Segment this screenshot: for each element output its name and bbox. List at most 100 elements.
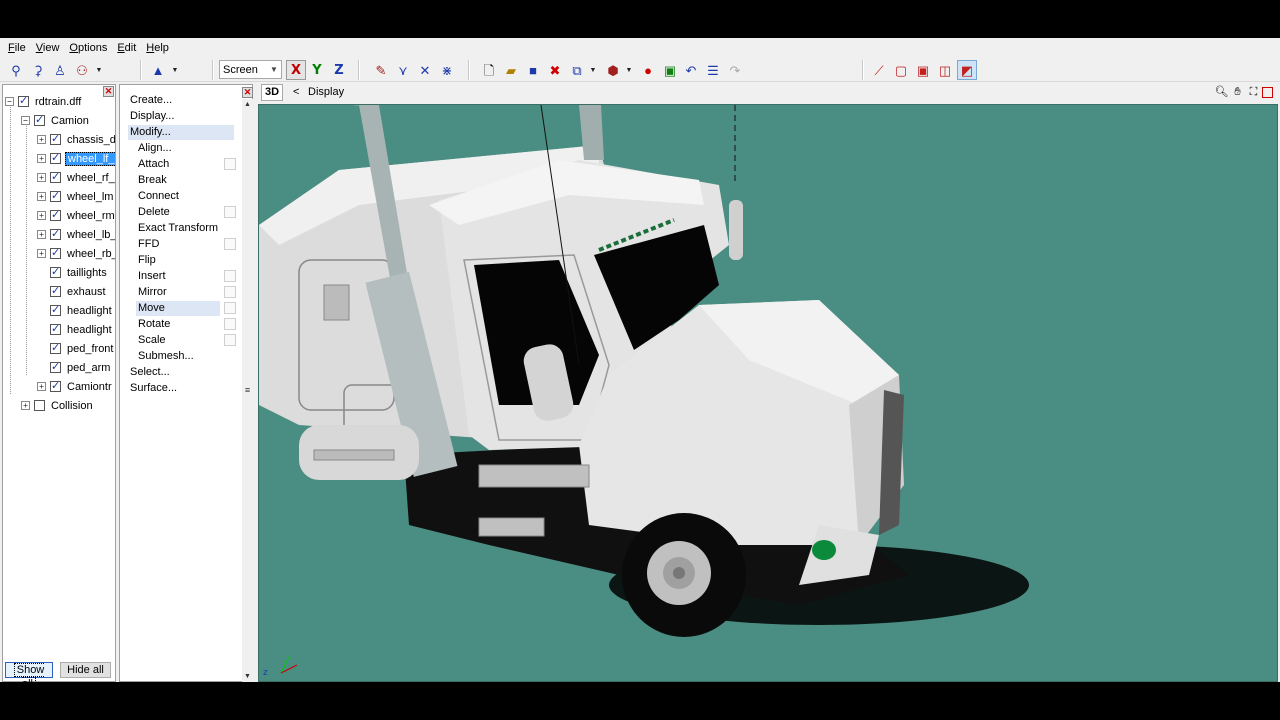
visibility-checkbox[interactable]: [50, 246, 61, 259]
command-options-box[interactable]: [224, 302, 236, 314]
undo-icon[interactable]: ↶: [681, 60, 701, 80]
tree-item[interactable]: + wheel_lm: [37, 187, 115, 206]
collapse-icon[interactable]: −: [5, 97, 14, 106]
tree-item[interactable]: exhaust: [37, 282, 108, 301]
chevron-down-icon[interactable]: ▼: [625, 60, 633, 80]
back-button[interactable]: <: [293, 84, 299, 101]
axis-y-button[interactable]: Y: [307, 60, 327, 80]
command-options-box[interactable]: [224, 270, 236, 282]
command-create[interactable]: Create...: [128, 93, 234, 108]
notes-icon[interactable]: ☰: [703, 60, 723, 80]
command-options-box[interactable]: [224, 238, 236, 250]
tree-item[interactable]: ped_front: [37, 339, 115, 358]
tree-item[interactable]: headlight: [37, 301, 114, 320]
menu-view[interactable]: View: [31, 39, 65, 57]
visibility-checkbox[interactable]: [50, 360, 61, 373]
command-align[interactable]: Align...: [136, 141, 220, 156]
command-scale[interactable]: Scale: [136, 333, 220, 348]
arrow-up-icon[interactable]: ▲: [148, 60, 168, 80]
command-scrollbar[interactable]: ▲ ≡ ▼: [242, 99, 253, 682]
coord-space-select[interactable]: Screen ▼: [219, 60, 282, 79]
visibility-checkbox[interactable]: [50, 132, 61, 145]
menu-file[interactable]: File: [3, 39, 31, 57]
command-modify[interactable]: Modify...: [128, 125, 234, 140]
command-options-box[interactable]: [224, 286, 236, 298]
cube-textured-icon[interactable]: ◩: [957, 60, 977, 80]
command-move[interactable]: Move: [136, 301, 220, 316]
command-delete[interactable]: Delete: [136, 205, 220, 220]
expand-icon[interactable]: +: [37, 249, 46, 258]
expand-icon[interactable]: +: [37, 154, 46, 163]
select-hierarchy-icon[interactable]: ⚲: [6, 60, 26, 80]
pan-hand-icon[interactable]: ✋︎: [1230, 85, 1245, 100]
visibility-checkbox[interactable]: [50, 227, 61, 240]
open-folder-icon[interactable]: ▰: [501, 60, 521, 80]
command-options-box[interactable]: [224, 206, 236, 218]
tree-item[interactable]: ped_arm: [37, 358, 112, 377]
visibility-checkbox[interactable]: [50, 189, 61, 202]
cube-shaded-icon[interactable]: ◫: [935, 60, 955, 80]
tree-item[interactable]: − rdtrain.dff: [5, 92, 83, 111]
command-ffd[interactable]: FFD: [136, 237, 220, 252]
tree-item[interactable]: − Camion: [21, 111, 91, 130]
tree-item[interactable]: + Camiontr: [37, 377, 114, 396]
tree-item[interactable]: + chassis_d: [37, 130, 115, 149]
tree-item[interactable]: + wheel_rb_: [37, 244, 115, 263]
view-mode-button[interactable]: 3D: [261, 84, 283, 101]
close-icon[interactable]: ✕: [242, 87, 253, 98]
command-mirror[interactable]: Mirror: [136, 285, 220, 300]
delete-icon[interactable]: ✖: [545, 60, 565, 80]
visibility-checkbox[interactable]: [34, 400, 45, 411]
cube-solid-icon[interactable]: ▣: [913, 60, 933, 80]
chevron-down-icon[interactable]: ▼: [242, 671, 253, 682]
fit-view-icon[interactable]: ⛶: [1246, 85, 1261, 100]
command-insert[interactable]: Insert: [136, 269, 220, 284]
texture-icon[interactable]: ▣: [660, 60, 680, 80]
visibility-checkbox[interactable]: [50, 170, 61, 183]
expand-icon[interactable]: +: [37, 135, 46, 144]
visibility-checkbox[interactable]: [50, 151, 61, 164]
command-options-box[interactable]: [224, 318, 236, 330]
chevron-up-icon[interactable]: ▲: [242, 99, 253, 110]
expand-icon[interactable]: +: [37, 192, 46, 201]
cube-icon[interactable]: ▢: [891, 60, 911, 80]
new-file-icon[interactable]: 🗋: [479, 60, 499, 80]
command-options-box[interactable]: [224, 334, 236, 346]
paint-icon[interactable]: ✎: [371, 60, 391, 80]
tree-item[interactable]: + wheel_rm: [37, 206, 115, 225]
maximize-icon[interactable]: [1262, 87, 1273, 98]
tree-item[interactable]: headlight: [37, 320, 114, 339]
grip-icon[interactable]: ≡: [243, 386, 252, 396]
axis-x-button[interactable]: X: [286, 60, 306, 80]
close-icon[interactable]: ✕: [103, 86, 114, 97]
person-icon[interactable]: ♙: [50, 60, 70, 80]
visibility-checkbox[interactable]: [50, 265, 61, 278]
command-exact-transform[interactable]: Exact Transform: [136, 221, 220, 236]
expand-icon[interactable]: +: [37, 382, 46, 391]
command-rotate[interactable]: Rotate: [136, 317, 220, 332]
vertex-icon[interactable]: ⋎: [393, 60, 413, 80]
material-icon[interactable]: ⬢: [603, 60, 623, 80]
command-attach[interactable]: Attach: [136, 157, 220, 172]
tree-item[interactable]: + wheel_lf_: [37, 149, 115, 168]
visibility-checkbox[interactable]: [34, 113, 45, 126]
chevron-down-icon[interactable]: ▼: [95, 60, 103, 80]
menu-edit[interactable]: Edit: [112, 39, 141, 57]
redo-icon[interactable]: ↷: [725, 60, 745, 80]
command-flip[interactable]: Flip: [136, 253, 220, 268]
tree-item[interactable]: + wheel_rf_: [37, 168, 115, 187]
group-icon[interactable]: ⚇: [72, 60, 92, 80]
tree-item[interactable]: taillights: [37, 263, 109, 282]
menu-help[interactable]: Help: [141, 39, 174, 57]
expand-icon[interactable]: +: [37, 173, 46, 182]
3d-viewport[interactable]: z: [258, 104, 1278, 682]
visibility-checkbox[interactable]: [18, 94, 29, 107]
face-icon[interactable]: ⋇: [437, 60, 457, 80]
save-icon[interactable]: ■: [523, 60, 543, 80]
tree-item[interactable]: + Collision: [21, 396, 95, 415]
record-icon[interactable]: ●: [638, 60, 658, 80]
command-submesh[interactable]: Submesh...: [136, 349, 220, 364]
command-connect[interactable]: Connect: [136, 189, 220, 204]
chevron-down-icon[interactable]: ▼: [171, 60, 179, 80]
import-icon[interactable]: ⧉: [567, 60, 587, 80]
